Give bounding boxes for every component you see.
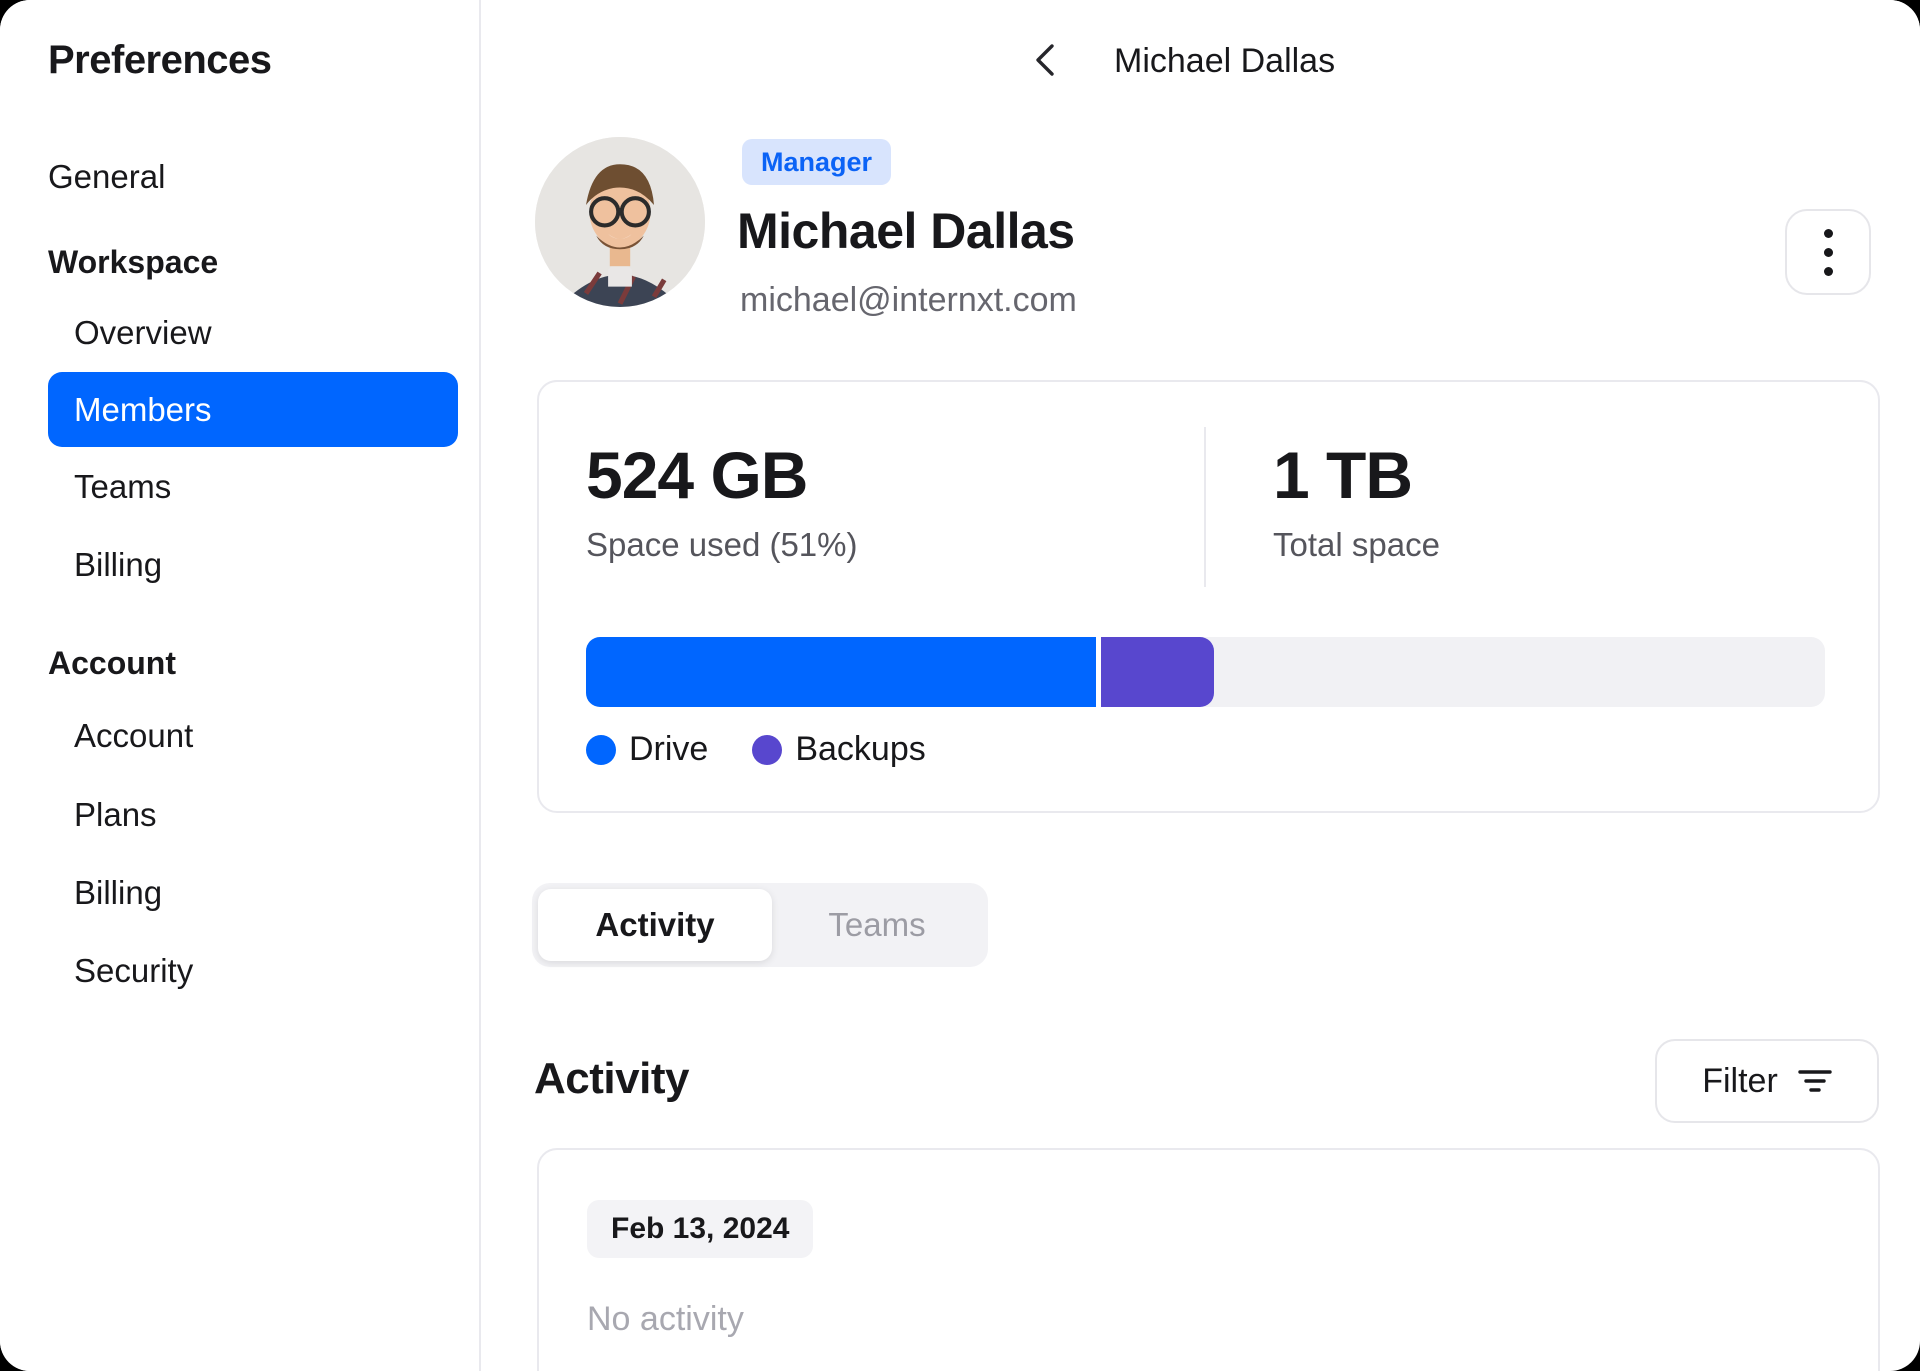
page-title: Michael Dallas	[1114, 42, 1336, 80]
drive-dot-icon	[586, 734, 616, 765]
member-options-button[interactable]	[1785, 209, 1871, 295]
legend-label-drive: Drive	[629, 730, 709, 768]
sidebar-item-account[interactable]: Account	[74, 719, 193, 752]
sidebar-item-security[interactable]: Security	[74, 954, 193, 987]
sidebar-item-members[interactable]: Members	[48, 372, 458, 447]
usage-progress-bar	[586, 637, 1825, 707]
tab-activity[interactable]: Activity	[538, 889, 772, 961]
sidebar-item-teams[interactable]: Teams	[74, 470, 171, 503]
sidebar-item-general[interactable]: General	[48, 160, 165, 193]
legend-label-backups: Backups	[795, 730, 926, 768]
storage-usage-card: 524 GB Space used (51%) 1 TB Total space…	[537, 380, 1880, 813]
sidebar-item-members-label: Members	[74, 390, 212, 428]
space-used-value: 524 GB	[586, 438, 808, 512]
member-detail-header: Michael Dallas	[481, 0, 1920, 122]
activity-section-heading: Activity	[534, 1054, 689, 1103]
tab-teams-label: Teams	[828, 906, 926, 943]
sidebar: Preferences General Workspace Overview M…	[0, 0, 481, 1371]
usage-segment-backups	[1101, 637, 1215, 707]
sidebar-item-billing-account[interactable]: Billing	[74, 876, 162, 909]
member-email: michael@internxt.com	[740, 281, 1077, 319]
avatar	[535, 137, 705, 307]
space-used-label: Space used (51%)	[586, 526, 858, 563]
member-photo	[535, 137, 705, 307]
preferences-window: Preferences General Workspace Overview M…	[0, 0, 1920, 1371]
backups-dot-icon	[752, 734, 783, 765]
sidebar-item-billing-workspace[interactable]: Billing	[74, 548, 162, 581]
sidebar-title: Preferences	[48, 38, 272, 82]
sidebar-item-overview[interactable]: Overview	[74, 316, 212, 349]
total-space-label: Total space	[1273, 526, 1440, 563]
activity-teams-tabs: Activity Teams	[532, 883, 988, 967]
activity-empty-text: No activity	[587, 1300, 744, 1338]
sidebar-section-account: Account	[48, 645, 176, 681]
tab-activity-label: Activity	[595, 906, 715, 943]
usage-segment-drive	[586, 637, 1097, 707]
legend-item-backups: Backups	[752, 730, 926, 769]
activity-date-chip: Feb 13, 2024	[587, 1200, 814, 1258]
sidebar-section-workspace: Workspace	[48, 244, 219, 280]
funnel-lines-icon	[1798, 1068, 1832, 1094]
usage-legend: Drive Backups	[586, 730, 926, 769]
chevron-left-icon	[1026, 40, 1066, 80]
tab-teams[interactable]: Teams	[772, 889, 982, 961]
role-badge-label: Manager	[761, 146, 873, 177]
filter-button-label: Filter	[1702, 1061, 1778, 1100]
kebab-menu-icon	[1823, 228, 1833, 238]
role-badge: Manager	[742, 139, 892, 185]
back-button[interactable]	[1026, 40, 1066, 80]
member-name: Michael Dallas	[737, 203, 1075, 259]
activity-list-card: Feb 13, 2024 No activity	[537, 1148, 1880, 1371]
legend-item-drive: Drive	[586, 730, 708, 769]
stat-divider	[1204, 427, 1206, 587]
total-space-value: 1 TB	[1273, 438, 1413, 512]
activity-date-label: Feb 13, 2024	[611, 1212, 790, 1245]
sidebar-item-plans[interactable]: Plans	[74, 798, 157, 831]
filter-button[interactable]: Filter	[1655, 1039, 1879, 1123]
